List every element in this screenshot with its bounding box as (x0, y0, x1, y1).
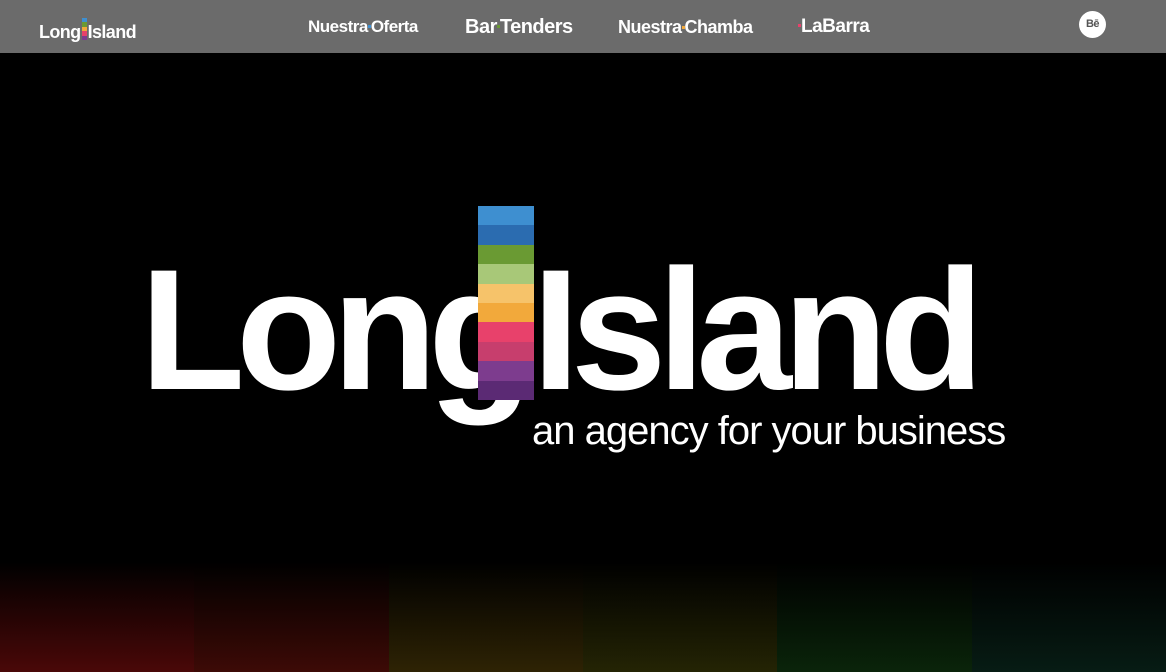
glow-segment (0, 562, 195, 672)
nav-link-nuestra-chamba-pre: Nuestra (618, 17, 682, 37)
stripe-6 (478, 303, 534, 323)
nav-link-labarra[interactable]: LaBarra (798, 16, 870, 38)
nav-link-nuestra-chamba-post: Chamba (684, 17, 754, 37)
nav-link-bartenders-pre: Bar (465, 16, 497, 38)
behance-label: Bē (1085, 18, 1100, 30)
stripe-8 (478, 341, 534, 362)
bottom-gradient-glow (0, 562, 1166, 672)
nav-link-bartenders[interactable]: Bar Tenders (465, 16, 573, 38)
stripe-3 (478, 244, 534, 265)
stripe-9 (478, 361, 534, 381)
hero-logo-island: Island (532, 234, 984, 426)
glow-segment (777, 562, 972, 672)
page: Long Island Nuestra Oferta Bar Tenders Nue… (0, 0, 1166, 672)
stripe-1 (478, 206, 534, 226)
glow-segment (388, 562, 583, 672)
nav-link-nuestra-oferta[interactable]: Nuestra Oferta (308, 16, 418, 38)
hero-section: Long Island an agency for your business (0, 53, 1166, 672)
glow-segment (971, 562, 1166, 672)
nav-link-bartenders-post: Tenders (499, 16, 573, 38)
hero-logo-stripe-icon (478, 206, 534, 401)
stripe-4 (478, 264, 534, 284)
nav-links: Nuestra Oferta Bar Tenders Nuestra Chamba L… (0, 16, 1166, 38)
top-navbar: Long Island Nuestra Oferta Bar Tenders Nue… (0, 0, 1166, 53)
behance-icon[interactable]: Bē (1079, 11, 1106, 38)
nav-link-nuestra-chamba[interactable]: Nuestra Chamba (618, 16, 753, 38)
nav-link-nuestra-oferta-pre: Nuestra (308, 17, 368, 36)
glow-segment (582, 562, 778, 672)
nav-link-labarra-post: LaBarra (801, 16, 870, 37)
nav-link-nuestra-oferta-post: Oferta (370, 17, 419, 36)
stripe-10 (478, 380, 534, 401)
stripe-2 (478, 225, 534, 245)
hero-logo-long: Long (140, 234, 533, 426)
stripe-7 (478, 322, 534, 342)
stripe-5 (478, 283, 534, 304)
hero-tagline: an agency for your business (532, 409, 1006, 453)
glow-segment (194, 562, 389, 672)
